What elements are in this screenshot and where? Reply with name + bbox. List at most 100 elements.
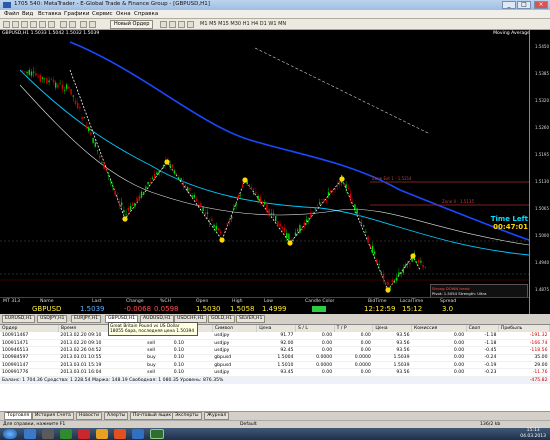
table-cell: 91.77 <box>256 332 296 340</box>
candle-body <box>149 182 151 184</box>
table-cell: 0.00 <box>295 368 335 377</box>
candle-body <box>376 259 378 264</box>
candle-body <box>68 87 70 89</box>
new-chart-icon[interactable] <box>3 21 10 28</box>
tab-mailbox[interactable]: Почтовый ящик <box>130 412 175 420</box>
candle-body <box>422 264 424 268</box>
firefox-icon[interactable] <box>114 429 126 439</box>
terminal-icon[interactable] <box>39 21 46 28</box>
table-cell: -0.24 <box>466 354 499 363</box>
candle-body <box>121 202 123 206</box>
tab-experts[interactable]: Эксперты <box>172 412 202 420</box>
strip-header-spread: Spread <box>440 299 457 304</box>
line-chart-icon[interactable] <box>178 21 185 28</box>
close-button[interactable]: × <box>534 1 548 9</box>
minimize-button[interactable]: _ <box>502 1 516 9</box>
torrent-icon[interactable] <box>60 429 72 439</box>
tab-account-history[interactable]: История Счета <box>32 412 74 420</box>
menu-window[interactable]: Окна <box>116 11 131 17</box>
tab-silver[interactable]: SILVER,H1 <box>236 315 266 323</box>
tab-gold[interactable]: GOLD,H1 <box>208 315 236 323</box>
market-watch-icon[interactable] <box>21 21 28 28</box>
tab-trade[interactable]: Торговля <box>4 412 33 420</box>
maximize-button[interactable]: □ <box>517 1 531 9</box>
strip-header-localtime: LocalTime <box>400 299 424 304</box>
candle-body <box>277 221 279 227</box>
candle-body <box>209 221 211 223</box>
candle-body <box>281 226 283 229</box>
candle-body <box>305 219 308 222</box>
menu-view[interactable]: Вид <box>22 11 33 17</box>
title-bar: 1705 540: MetaTrader - E-Global Trade & … <box>0 0 550 10</box>
zoom-in-icon[interactable] <box>187 21 194 28</box>
candle-body <box>105 168 107 170</box>
tooltip-line-2: 18055 бара, последняя цена 1.50394 <box>110 329 195 334</box>
balance-summary: Баланс: 1 704.36 Средства: 1 228.54 Марж… <box>0 376 499 385</box>
strip-header-low: Low <box>264 299 274 304</box>
column-header[interactable]: T / P <box>334 325 374 332</box>
autotrading-icon[interactable] <box>80 21 87 28</box>
column-header[interactable]: Ордер <box>0 325 59 332</box>
candle-body <box>134 203 136 207</box>
tab-alerts[interactable]: Алерты <box>104 412 129 420</box>
profiles-icon[interactable] <box>12 21 19 28</box>
table-cell: gbpusd <box>212 354 257 363</box>
table-cell: 0.00 <box>411 361 467 370</box>
candle-body <box>380 271 382 273</box>
column-header[interactable]: Цена <box>372 325 413 332</box>
candle-body <box>343 184 345 186</box>
table-cell: 93.56 <box>372 368 412 377</box>
start-button[interactable] <box>3 429 17 439</box>
table-row[interactable]: 1009114672013.02.20 09:10sell0.10usdjpy9… <box>0 332 550 340</box>
media-icon[interactable] <box>42 429 54 439</box>
menu-help[interactable]: Справка <box>134 11 158 17</box>
candle-body <box>319 202 321 205</box>
tab-eurusd[interactable]: EURUSD,H1 <box>2 315 36 323</box>
menu-charts[interactable]: Графики <box>64 11 89 17</box>
table-row[interactable]: 100984597 2013.03.01 10:55 buy 0.10 gbpusd 1.… <box>0 354 550 363</box>
candle-body <box>48 80 50 83</box>
table-row[interactable]: 100991776 2013.03.01 16:04 sell 0.10 usdjpy 9… <box>0 368 550 377</box>
metatrader-task-icon[interactable] <box>150 429 164 439</box>
candle-body <box>303 222 305 226</box>
menu-tools[interactable]: Сервис <box>92 11 113 17</box>
menu-file[interactable]: Файл <box>4 11 19 17</box>
explorer-icon[interactable] <box>24 429 36 439</box>
opera-icon[interactable] <box>78 429 90 439</box>
tab-usdjpy[interactable]: USDJPY,H1 <box>37 315 68 323</box>
column-header[interactable]: Комиссия <box>411 325 467 332</box>
column-header[interactable]: Цена <box>256 325 296 332</box>
skype-icon[interactable] <box>132 429 144 439</box>
price-chart[interactable]: Zone Ext 1 - 1.5214 Zone 0 - 1.5135 GBPU… <box>0 30 550 314</box>
column-header[interactable]: Своп <box>466 325 499 332</box>
tab-eurjpy[interactable]: EURJPY,H1 <box>71 315 102 323</box>
candle-body <box>378 264 380 266</box>
table-row[interactable]: 100991147 2013.03.01 15:19 buy 0.10 gbpusd 1.… <box>0 361 550 370</box>
navigator-icon[interactable] <box>30 21 37 28</box>
candle-body <box>385 282 387 285</box>
candlestick-icon[interactable] <box>169 21 176 28</box>
tester-icon[interactable] <box>48 21 55 28</box>
candle-body <box>79 107 81 109</box>
table-cell: 100946513 <box>0 346 59 355</box>
bar-chart-icon[interactable] <box>160 21 167 28</box>
table-cell: 0.00 <box>295 332 335 340</box>
candle-body <box>182 181 184 186</box>
timeframe-selector[interactable]: M1 M5 M15 M30 H1 H4 D1 W1 MN <box>200 20 286 29</box>
chrome-icon[interactable] <box>96 429 108 439</box>
tab-news[interactable]: Новости <box>76 412 102 420</box>
table-row[interactable]: 100911471 2013.02.20 09:10 sell 0.10 usdjpy 9… <box>0 339 550 348</box>
column-header[interactable]: Символ <box>212 325 258 332</box>
new-order-button[interactable]: Новый Ордер <box>110 20 154 29</box>
expert-advisors-icon[interactable] <box>60 21 67 28</box>
candle-body <box>90 132 92 135</box>
menu-insert[interactable]: Вставка <box>38 11 61 17</box>
price-tick: 1.5130 <box>535 179 549 184</box>
column-header[interactable]: Прибыль <box>498 325 550 332</box>
table-row[interactable]: 100946513 2013.02.26 04:52 sell 0.10 usdjpy 9… <box>0 346 550 355</box>
options-icon[interactable] <box>89 21 96 28</box>
price-tick: 1.5320 <box>535 98 549 103</box>
tab-journal[interactable]: Журнал <box>204 412 230 420</box>
history-center-icon[interactable] <box>69 21 76 28</box>
column-header[interactable]: S / L <box>295 325 335 332</box>
